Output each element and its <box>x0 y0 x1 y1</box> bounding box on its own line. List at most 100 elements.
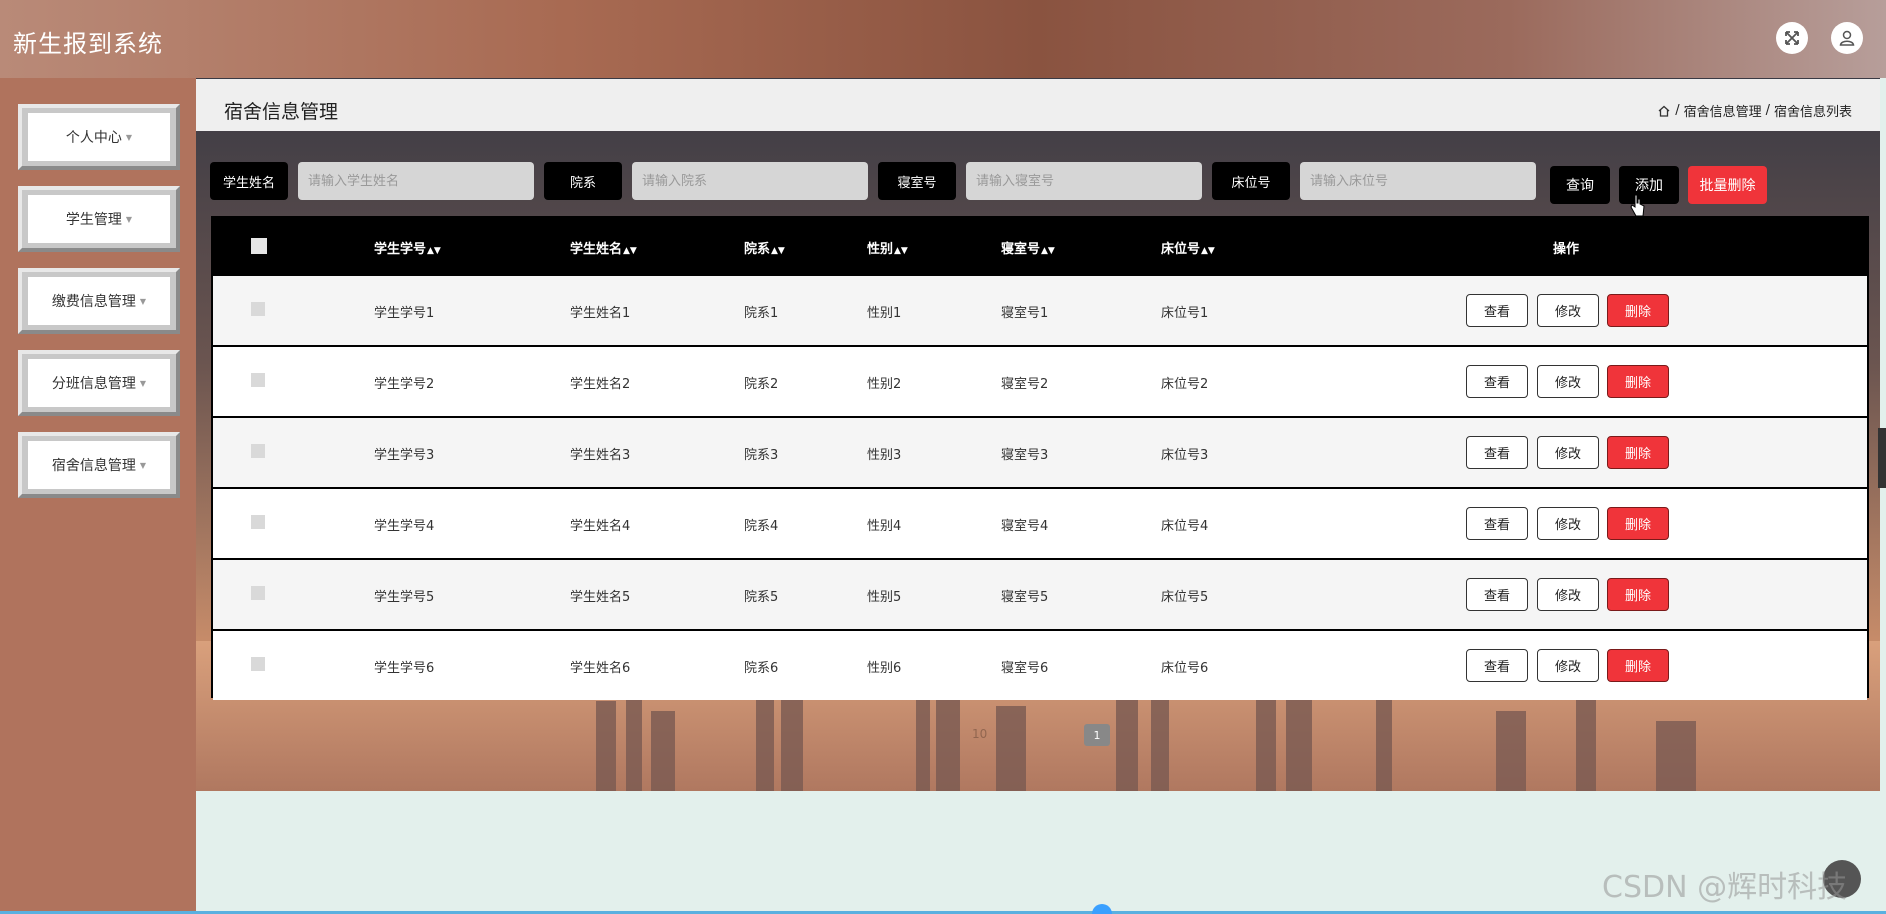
delete-button[interactable]: 删除 <box>1607 507 1669 540</box>
col-header-room[interactable]: 寝室号▲▼ <box>1001 238 1055 257</box>
row-checkbox[interactable] <box>251 302 265 316</box>
edit-button[interactable]: 修改 <box>1537 578 1599 611</box>
watermark: CSDN @辉时科技 <box>1602 870 1848 905</box>
table-row: 学生学号1 学生姓名1 院系1 性别1 寝室号1 床位号1 查看 修改 删除 <box>213 274 1867 345</box>
user-icon <box>1839 30 1855 46</box>
cell-bed: 床位号3 <box>1161 448 1209 463</box>
view-button[interactable]: 查看 <box>1466 365 1528 398</box>
table-row: 学生学号3 学生姓名3 院系3 性别3 寝室号3 床位号3 查看 修改 删除 <box>213 416 1867 487</box>
table-row: 学生学号5 学生姓名5 院系5 性别5 寝室号5 床位号5 查看 修改 删除 <box>213 558 1867 629</box>
cell-student-name: 学生姓名3 <box>570 448 631 463</box>
row-checkbox[interactable] <box>251 657 265 671</box>
home-icon[interactable] <box>1657 104 1671 118</box>
fullscreen-button[interactable] <box>1776 22 1808 54</box>
user-button[interactable] <box>1831 22 1863 54</box>
room-input[interactable] <box>966 162 1202 200</box>
table-row: 学生学号2 学生姓名2 院系2 性别2 寝室号2 床位号2 查看 修改 删除 <box>213 345 1867 416</box>
dorm-table: 学生学号▲▼ 学生姓名▲▼ 院系▲▼ 性别▲▼ 寝室号▲▼ 床位号▲▼ 操作 学… <box>211 216 1869 700</box>
table-row: 学生学号6 学生姓名6 院系6 性别6 寝室号6 床位号6 查看 修改 删除 <box>213 629 1867 700</box>
cell-gender: 性别3 <box>867 448 902 463</box>
sidebar-item-label: 个人中心 <box>65 130 122 146</box>
row-checkbox[interactable] <box>251 586 265 600</box>
select-all-checkbox[interactable] <box>251 238 267 254</box>
col-header-dept[interactable]: 院系▲▼ <box>744 238 785 257</box>
sidebar-item-dorm-management[interactable]: 宿舍信息管理 ▼ <box>18 432 180 498</box>
delete-button[interactable]: 删除 <box>1607 436 1669 469</box>
sidebar-item-payment-management[interactable]: 缴费信息管理 ▼ <box>18 268 180 334</box>
page-number-current[interactable]: 1 <box>1084 724 1110 746</box>
cell-student-name: 学生姓名5 <box>570 590 631 605</box>
cell-gender: 性别1 <box>867 306 902 321</box>
sidebar: 个人中心 ▼ 学生管理 ▼ 缴费信息管理 ▼ 分班信息管理 ▼ 宿舍信息管理 ▼ <box>0 78 196 914</box>
row-checkbox[interactable] <box>251 444 265 458</box>
view-button[interactable]: 查看 <box>1466 294 1528 327</box>
col-header-student-name[interactable]: 学生姓名▲▼ <box>570 238 637 257</box>
sidebar-item-label: 宿舍信息管理 <box>51 458 136 474</box>
cell-dept: 院系2 <box>744 377 779 392</box>
caret-down-icon: ▼ <box>139 378 147 388</box>
view-button[interactable]: 查看 <box>1466 578 1528 611</box>
cell-gender: 性别6 <box>867 661 902 676</box>
sort-icon: ▲▼ <box>771 246 785 256</box>
col-header-bed[interactable]: 床位号▲▼ <box>1161 238 1215 257</box>
cell-student-name: 学生姓名1 <box>570 306 631 321</box>
sort-icon: ▲▼ <box>623 246 637 256</box>
cell-bed: 床位号1 <box>1161 306 1209 321</box>
col-header-gender[interactable]: 性别▲▼ <box>867 238 908 257</box>
dept-label: 院系 <box>544 162 622 200</box>
sidebar-item-student-management[interactable]: 学生管理 ▼ <box>18 186 180 252</box>
table-header: 学生学号▲▼ 学生姓名▲▼ 院系▲▼ 性别▲▼ 寝室号▲▼ 床位号▲▼ 操作 <box>213 218 1867 276</box>
delete-button[interactable]: 删除 <box>1607 578 1669 611</box>
caret-down-icon: ▼ <box>139 296 147 306</box>
query-button[interactable]: 查询 <box>1550 166 1610 204</box>
sort-icon: ▲▼ <box>427 246 441 256</box>
edit-button[interactable]: 修改 <box>1537 649 1599 682</box>
cell-student-name: 学生姓名2 <box>570 377 631 392</box>
cell-bed: 床位号2 <box>1161 377 1209 392</box>
page-size[interactable]: 10 <box>972 727 987 741</box>
expand-icon <box>1785 31 1799 45</box>
sidebar-item-class-management[interactable]: 分班信息管理 ▼ <box>18 350 180 416</box>
add-button[interactable]: 添加 <box>1619 166 1679 204</box>
breadcrumb: / 宿舍信息管理 / 宿舍信息列表 <box>1657 101 1852 120</box>
caret-down-icon: ▼ <box>139 460 147 470</box>
view-button[interactable]: 查看 <box>1466 649 1528 682</box>
cell-student-id: 学生学号6 <box>374 661 435 676</box>
edit-button[interactable]: 修改 <box>1537 507 1599 540</box>
edit-button[interactable]: 修改 <box>1537 294 1599 327</box>
cell-dept: 院系4 <box>744 519 779 534</box>
cell-room: 寝室号6 <box>1001 661 1049 676</box>
bed-label: 床位号 <box>1212 162 1290 200</box>
cell-gender: 性别4 <box>867 519 902 534</box>
side-drawer-handle[interactable] <box>1878 428 1886 488</box>
cell-room: 寝室号2 <box>1001 377 1049 392</box>
delete-button[interactable]: 删除 <box>1607 294 1669 327</box>
row-checkbox[interactable] <box>251 515 265 529</box>
cell-student-id: 学生学号1 <box>374 306 435 321</box>
cell-room: 寝室号1 <box>1001 306 1049 321</box>
page-header: 宿舍信息管理 / 宿舍信息管理 / 宿舍信息列表 <box>196 79 1880 131</box>
cell-student-id: 学生学号3 <box>374 448 435 463</box>
dept-input[interactable] <box>632 162 868 200</box>
student-name-input[interactable] <box>298 162 534 200</box>
edit-button[interactable]: 修改 <box>1537 436 1599 469</box>
view-button[interactable]: 查看 <box>1466 436 1528 469</box>
scroll-indicator[interactable] <box>1092 904 1112 914</box>
cell-dept: 院系5 <box>744 590 779 605</box>
view-button[interactable]: 查看 <box>1466 507 1528 540</box>
cell-student-name: 学生姓名6 <box>570 661 631 676</box>
breadcrumb-item[interactable]: 宿舍信息管理 <box>1684 101 1762 120</box>
delete-button[interactable]: 删除 <box>1607 649 1669 682</box>
cell-room: 寝室号4 <box>1001 519 1049 534</box>
batch-delete-button[interactable]: 批量删除 <box>1688 166 1767 204</box>
row-checkbox[interactable] <box>251 373 265 387</box>
sort-icon: ▲▼ <box>894 246 908 256</box>
edit-button[interactable]: 修改 <box>1537 365 1599 398</box>
col-header-student-id[interactable]: 学生学号▲▼ <box>374 238 441 257</box>
cell-dept: 院系1 <box>744 306 779 321</box>
delete-button[interactable]: 删除 <box>1607 365 1669 398</box>
bed-input[interactable] <box>1300 162 1536 200</box>
room-label: 寝室号 <box>878 162 956 200</box>
sidebar-item-personal-center[interactable]: 个人中心 ▼ <box>18 104 180 170</box>
breadcrumb-separator: / <box>1675 103 1680 118</box>
